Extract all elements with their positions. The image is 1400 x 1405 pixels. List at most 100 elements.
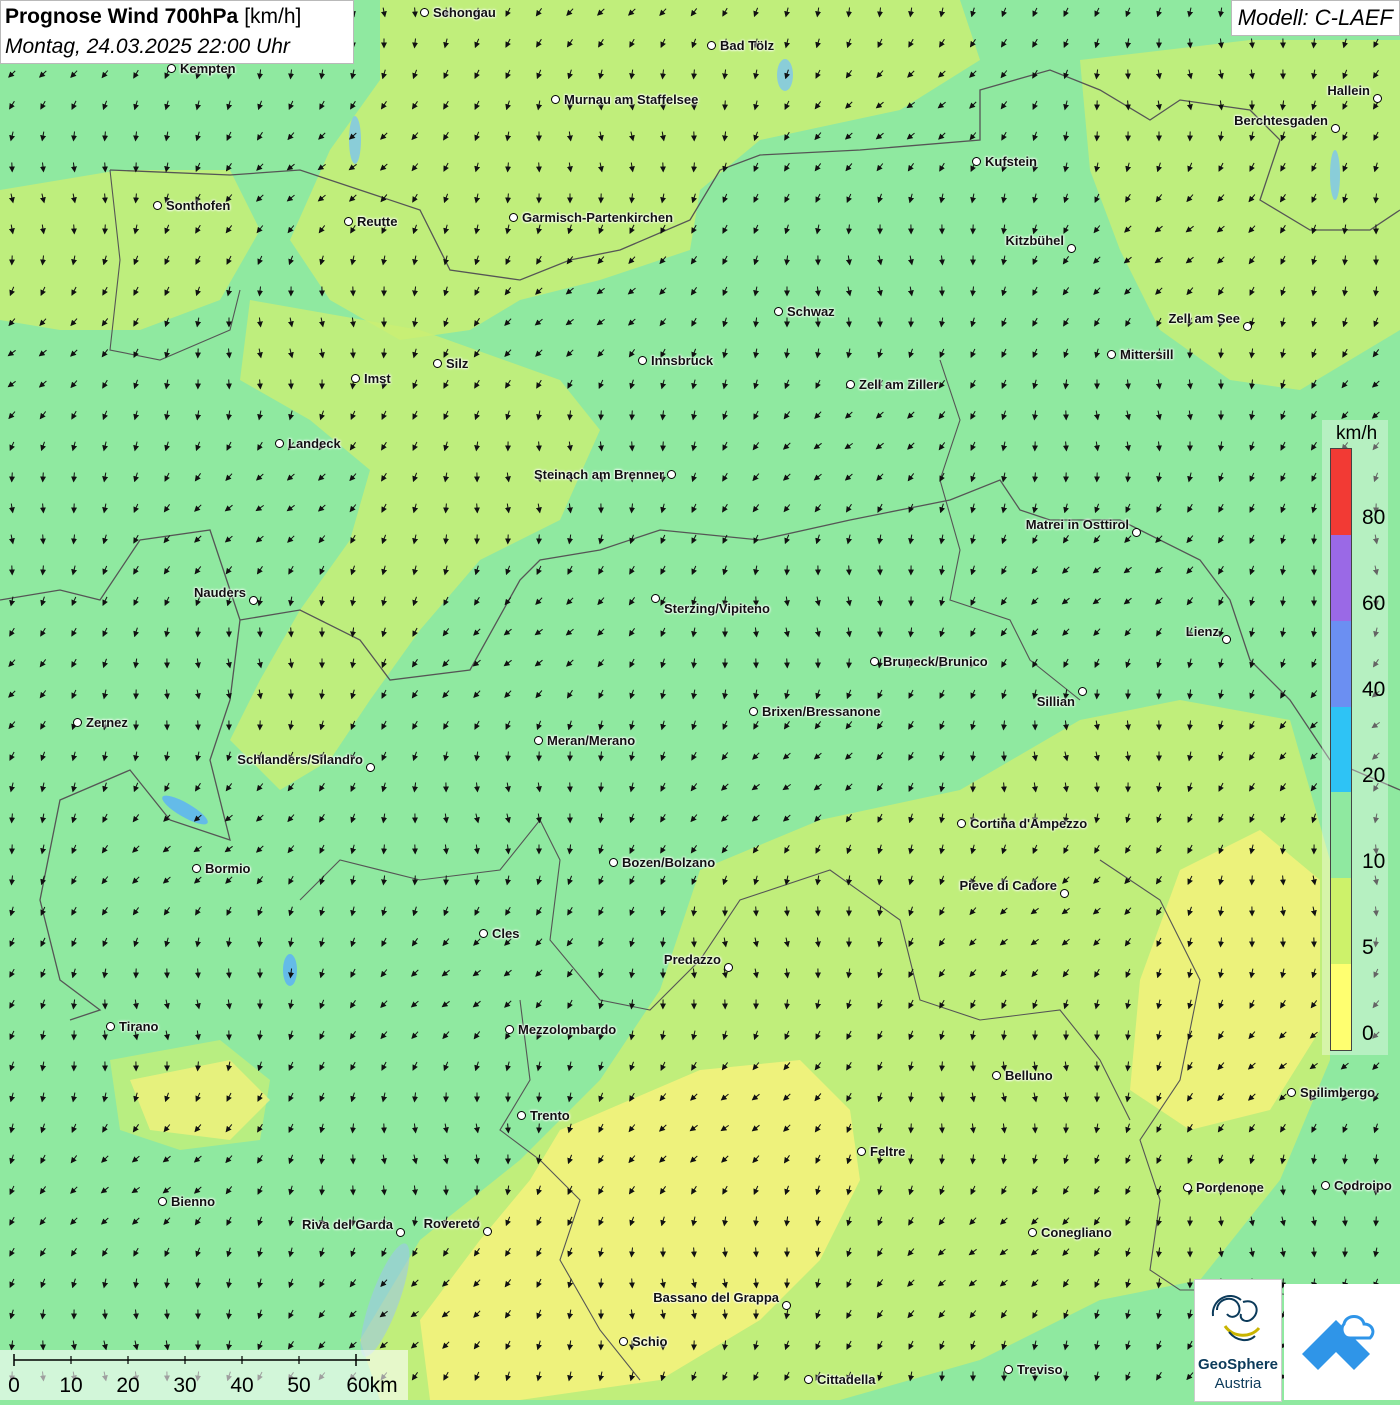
circle-marker-icon [1060, 889, 1069, 898]
legend-label: 0 [1362, 1022, 1374, 1046]
circle-marker-icon [1222, 635, 1231, 644]
scale-bar: 0 10 20 30 40 50 60km [0, 1350, 408, 1400]
circle-marker-icon [420, 8, 429, 17]
wind-arrow-icon [818, 907, 819, 916]
wind-arrow-icon [942, 1124, 943, 1133]
wind-arrow-icon [229, 380, 230, 389]
color-legend: km/h 80 60 40 20 10 5 0 [1322, 420, 1388, 1055]
circle-marker-icon [651, 594, 660, 603]
circle-marker-icon [972, 157, 981, 166]
wind-arrow-icon [663, 442, 664, 451]
circle-marker-icon [275, 439, 284, 448]
city-label: Reutte [357, 214, 397, 229]
legend-swatch [1331, 707, 1351, 793]
city-label: Bad Tölz [720, 38, 774, 53]
wind-arrow-icon [787, 566, 788, 575]
wind-arrow-icon [198, 721, 199, 730]
wind-arrow-icon [1097, 690, 1098, 699]
app-logo[interactable] [1284, 1284, 1400, 1400]
city-label: Riva del Garda [302, 1217, 393, 1232]
wind-arrow-icon [539, 535, 540, 544]
circle-marker-icon [509, 213, 518, 222]
wind-map[interactable]: Schongau Bad Tölz Kempten Murnau am Staf… [0, 0, 1400, 1400]
city-label: Silz [446, 356, 468, 371]
wind-arrow-icon [1376, 1217, 1377, 1226]
circle-marker-icon [774, 307, 783, 316]
geosphere-subname: Austria [1195, 1375, 1281, 1392]
city-label: Conegliano [1041, 1225, 1112, 1240]
legend-swatch [1331, 449, 1351, 535]
wind-arrow-icon [105, 163, 106, 172]
circle-marker-icon [804, 1375, 813, 1384]
city-label: Matrei in Osttirol [1026, 517, 1129, 532]
wind-arrow-icon [291, 690, 292, 699]
wind-arrow-icon [74, 225, 75, 234]
model-label: Modell: C-LAEF [1238, 1, 1393, 35]
geosphere-logo[interactable]: GeoSphere Austria [1194, 1279, 1282, 1402]
wind-arrow-icon [105, 225, 106, 234]
city-label: Murnau am Staffelsee [564, 92, 698, 107]
circle-marker-icon [857, 1147, 866, 1156]
circle-marker-icon [667, 470, 676, 479]
circle-marker-icon [724, 963, 733, 972]
city-label: Treviso [1017, 1362, 1063, 1377]
wind-arrow-icon [942, 1093, 943, 1102]
wind-arrow-icon [291, 380, 292, 389]
legend-swatch [1331, 535, 1351, 621]
city-label: Garmisch-Partenkirchen [522, 210, 673, 225]
city-label: Schongau [433, 5, 496, 20]
city-label: Innsbruck [651, 353, 713, 368]
circle-marker-icon [749, 707, 758, 716]
city-label: Berchtesgaden [1234, 113, 1328, 128]
circle-marker-icon [957, 819, 966, 828]
circle-marker-icon [153, 201, 162, 210]
circle-marker-icon [1373, 94, 1382, 103]
wind-arrow-icon [973, 1062, 974, 1071]
city-label: Hallein [1327, 83, 1370, 98]
legend-swatch [1331, 792, 1351, 878]
circle-marker-icon [619, 1337, 628, 1346]
wind-arrow-icon [694, 938, 695, 947]
legend-label: 20 [1362, 764, 1385, 788]
wind-arrow-icon [446, 876, 447, 885]
circle-marker-icon [73, 718, 82, 727]
city-label: Codroipo [1334, 1178, 1392, 1193]
legend-unit: km/h [1336, 423, 1377, 445]
title-panel: Prognose Wind 700hPa[km/h] Montag, 24.03… [0, 0, 354, 64]
city-label: Zell am Ziller [859, 377, 938, 392]
circle-marker-icon [1321, 1181, 1330, 1190]
city-label: Bozen/Bolzano [622, 855, 715, 870]
wind-arrow-icon [446, 1186, 447, 1195]
scale-label: 60km [346, 1374, 397, 1398]
wind-arrow-icon [43, 473, 44, 482]
legend-swatch [1331, 878, 1351, 964]
wind-arrow-icon [539, 163, 540, 172]
map-title: Prognose Wind 700hPa [5, 5, 238, 28]
city-label: Pordenone [1196, 1180, 1264, 1195]
city-label: Mittersill [1120, 347, 1173, 362]
city-label: Bassano del Grappa [653, 1290, 779, 1305]
circle-marker-icon [534, 736, 543, 745]
circle-marker-icon [638, 356, 647, 365]
lake-chiemsee [1330, 150, 1340, 200]
wind-arrow-icon [43, 535, 44, 544]
wind-arrow-icon [756, 907, 757, 916]
city-label: Bruneck/Brunico [883, 654, 988, 669]
wind-arrow-icon [1035, 1124, 1036, 1133]
city-label: Steinach am Brenner [534, 467, 664, 482]
city-label: Bormio [205, 861, 251, 876]
scale-label: 40 [230, 1374, 253, 1398]
circle-marker-icon [609, 858, 618, 867]
wind-arrow-icon [787, 659, 788, 668]
circle-marker-icon [1132, 528, 1141, 537]
city-label: Schlanders/Silandro [237, 752, 363, 767]
city-label: Cles [492, 926, 519, 941]
wind-arrow-icon [632, 411, 633, 420]
city-label: Landeck [288, 436, 341, 451]
circle-marker-icon [344, 217, 353, 226]
city-label: Zernez [86, 715, 128, 730]
circle-marker-icon [707, 41, 716, 50]
circle-marker-icon [505, 1025, 514, 1034]
city-label: Trento [530, 1108, 570, 1123]
model-panel: Modell: C-LAEF [1231, 0, 1400, 36]
